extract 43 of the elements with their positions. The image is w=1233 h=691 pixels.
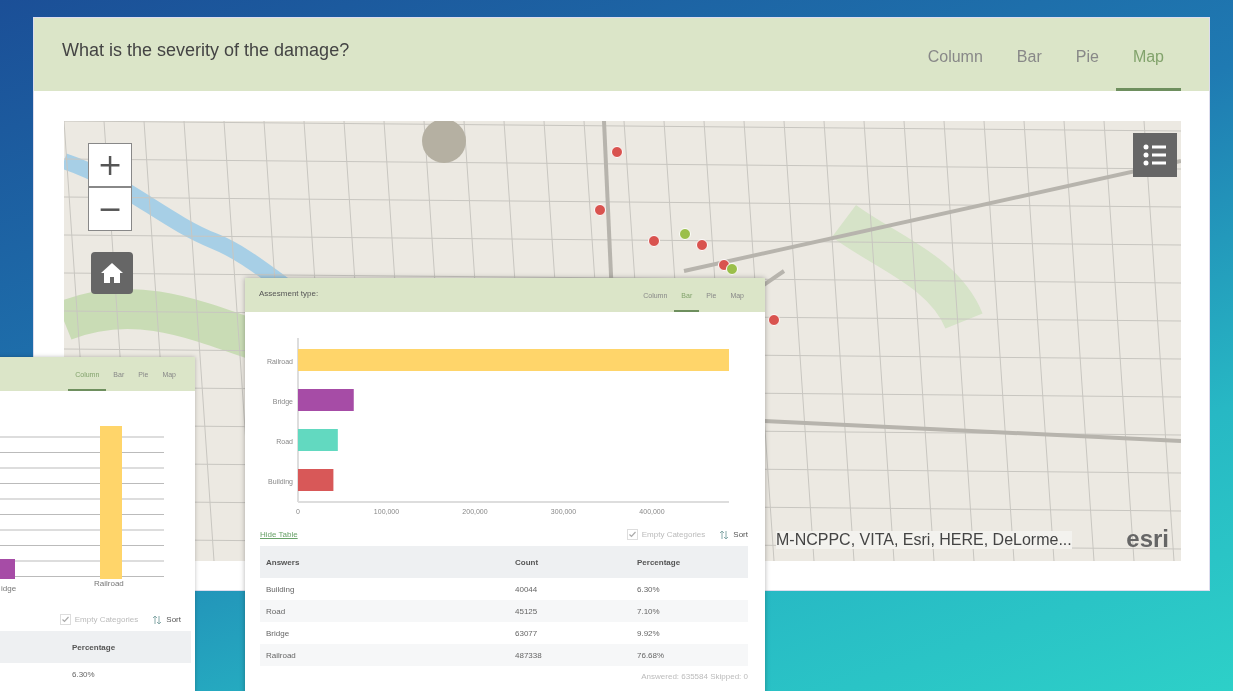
axis-label: idge (1, 584, 17, 593)
bar[interactable] (298, 469, 334, 491)
table-cell: 487338 (509, 644, 631, 666)
table-cell: 7.10% (631, 600, 748, 622)
home-button[interactable] (91, 252, 133, 294)
zoom-in-button[interactable]: + (88, 143, 132, 187)
home-icon (100, 262, 124, 284)
table-cell: Road (260, 600, 509, 622)
question-title: What is the severity of the damage? (62, 40, 350, 61)
sort-button[interactable]: Sort (733, 530, 748, 539)
map-attribution: M-NCPPC, VITA, Esri, HERE, DeLorme... (776, 531, 1072, 549)
empty-categories-checkbox[interactable] (59, 614, 71, 625)
table-cell: 6.30% (0, 663, 191, 685)
axis-label: Railroad (94, 579, 124, 588)
chart-tab[interactable]: Pie (1058, 48, 1116, 91)
column-header: Percentage (631, 546, 748, 578)
chart-tab[interactable]: Map (1115, 48, 1181, 91)
chart-tab[interactable]: Bar (999, 48, 1059, 91)
table-cell: Building (260, 578, 509, 600)
column-header: Count (509, 546, 631, 578)
table-cell: 9.92% (631, 622, 748, 644)
table-cell: Railroad (260, 644, 509, 666)
chart-tab[interactable]: Column (910, 48, 1000, 91)
question-title: Assesment type: (259, 288, 319, 298)
sort-icon (152, 614, 163, 625)
table-cell: 6.30% (631, 578, 748, 600)
hide-table-link[interactable]: Hide Table (260, 530, 298, 539)
legend-button[interactable] (1133, 133, 1177, 177)
table-cell: Bridge (260, 622, 509, 644)
column-header: Percentage (0, 631, 191, 663)
map-logo: esri (1126, 525, 1169, 553)
empty-categories-checkbox[interactable] (626, 529, 638, 540)
zoom-out-button[interactable]: − (88, 187, 132, 231)
checkbox-label: Empty Categories (641, 530, 706, 539)
table-cell: 40044 (509, 578, 631, 600)
table-cell: 45125 (509, 600, 631, 622)
checkbox-label: Empty Categories (74, 615, 139, 624)
column-header: Answers (260, 546, 509, 578)
sort-icon (719, 529, 730, 540)
list-icon (1142, 143, 1168, 167)
sort-button[interactable]: Sort (166, 615, 181, 624)
table-cell: 76.68% (631, 644, 748, 666)
table-cell: 63077 (509, 622, 631, 644)
